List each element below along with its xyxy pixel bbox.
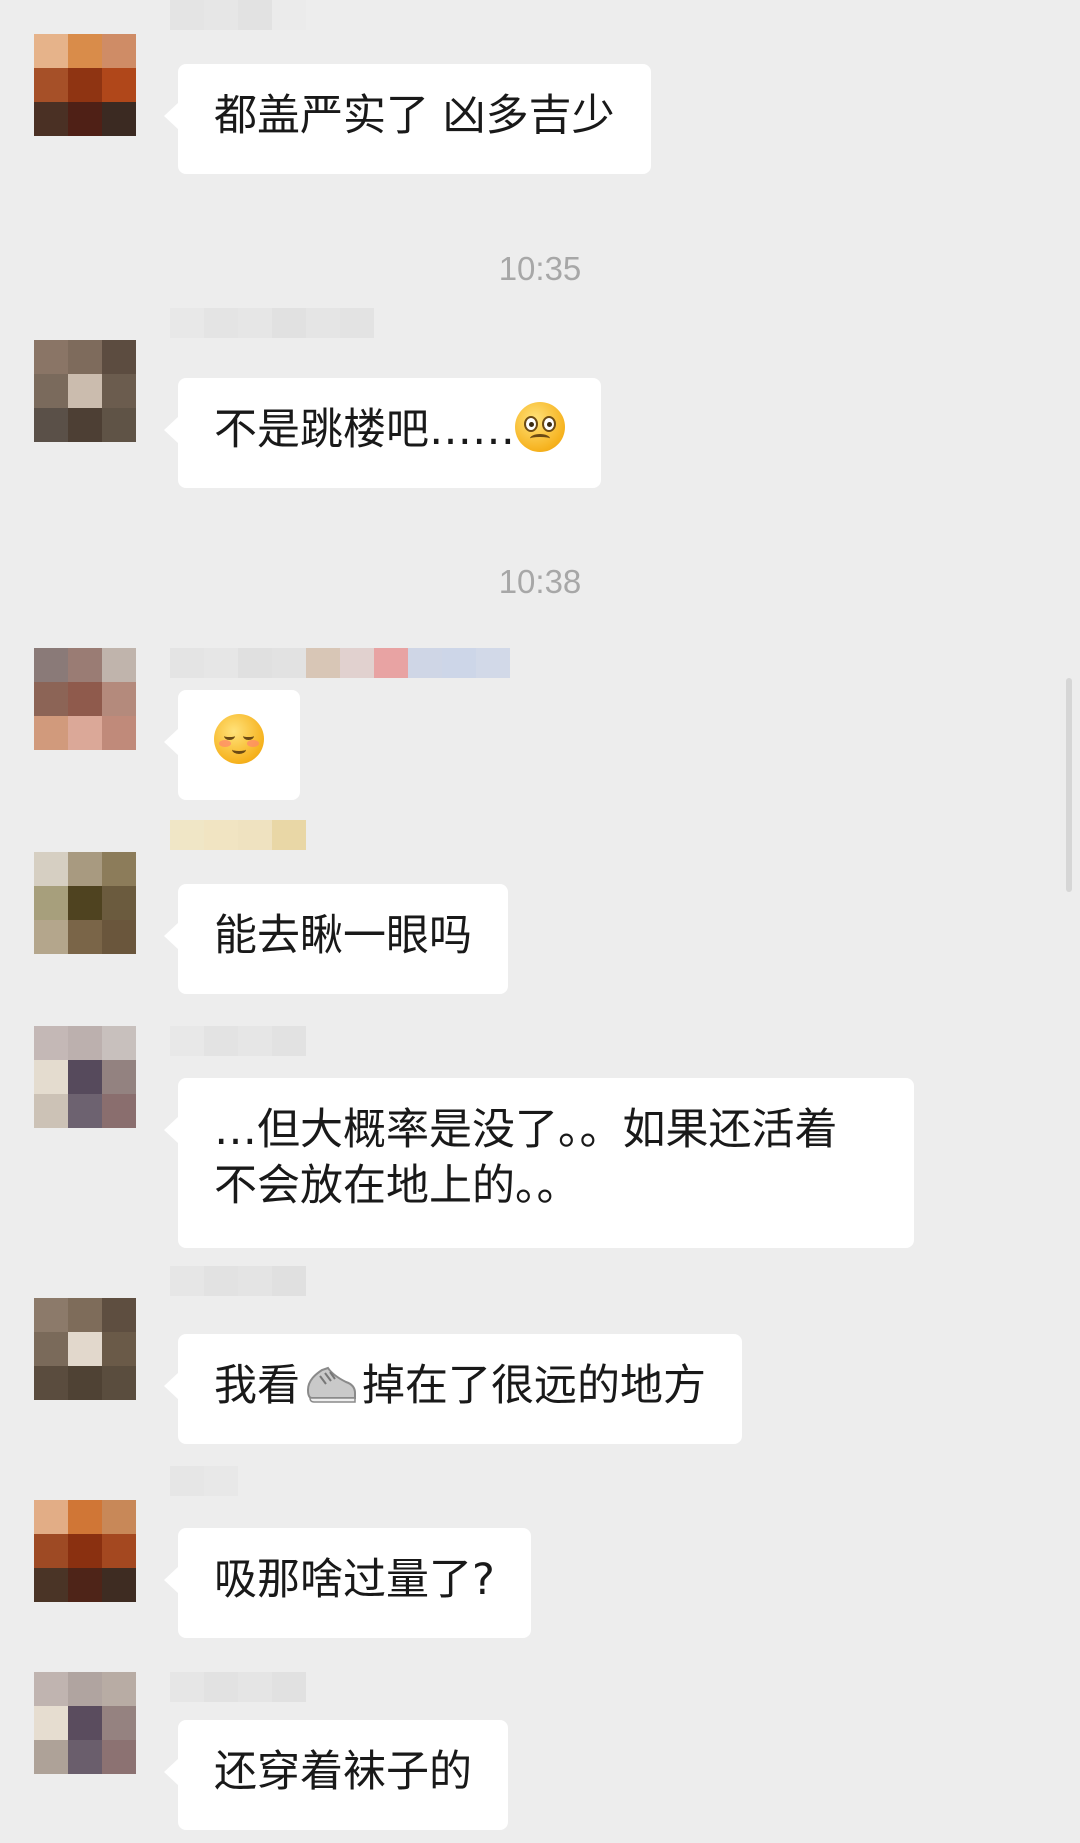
message-text-line: 不会放在地上的。。 [214, 1161, 580, 1211]
sneaker-icon [306, 1366, 356, 1403]
message-text: 掉在了很远的地方 [362, 1361, 706, 1411]
sender-name-redacted [170, 648, 510, 678]
pleading-face-icon [515, 402, 565, 452]
message-text: 能去瞅一眼吗 [214, 911, 472, 961]
message-text: 还穿着袜子的 [214, 1747, 472, 1797]
sender-name-redacted [170, 1466, 238, 1496]
sender-name-redacted [170, 0, 306, 30]
message-text: 不是跳楼吧…… [214, 405, 515, 455]
sender-name-redacted [170, 1672, 306, 1702]
message-bubble[interactable]: 还穿着袜子的 [164, 1720, 508, 1830]
avatar[interactable] [34, 1026, 136, 1128]
avatar[interactable] [34, 1672, 136, 1774]
message-bubble[interactable]: 不是跳楼吧…… [164, 378, 601, 488]
message-text: 吸那啥过量了? [214, 1555, 495, 1605]
avatar[interactable] [34, 1298, 136, 1400]
scrollbar[interactable] [1066, 678, 1072, 892]
message-bubble[interactable]: 我看 掉在了很远的地方 [164, 1334, 742, 1444]
avatar[interactable] [34, 340, 136, 442]
sender-name-redacted [170, 820, 306, 850]
sender-name-redacted [170, 308, 374, 338]
message-text: 我看 [214, 1361, 300, 1411]
chat-message-list[interactable]: 都盖严实了 凶多吉少 10:35 不是跳楼吧…… 10:38 能去瞅一眼吗 …但… [0, 0, 1080, 1843]
avatar[interactable] [34, 1500, 136, 1602]
message-bubble[interactable]: 能去瞅一眼吗 [164, 884, 508, 994]
sender-name-redacted [170, 1026, 306, 1056]
avatar[interactable] [34, 648, 136, 750]
message-text-line: …但大概率是没了。。如果还活着 [214, 1105, 838, 1155]
message-bubble[interactable]: …但大概率是没了。。如果还活着 不会放在地上的。。 [164, 1078, 914, 1248]
message-bubble[interactable] [164, 690, 300, 800]
avatar[interactable] [34, 34, 136, 136]
message-text: 都盖严实了 凶多吉少 [214, 91, 615, 141]
blushing-smile-face-icon [214, 714, 264, 764]
timestamp: 10:35 [498, 250, 582, 287]
sender-name-redacted [170, 1266, 306, 1296]
message-bubble[interactable]: 吸那啥过量了? [164, 1528, 531, 1638]
avatar[interactable] [34, 852, 136, 954]
message-bubble[interactable]: 都盖严实了 凶多吉少 [164, 64, 651, 174]
timestamp: 10:38 [498, 563, 582, 600]
